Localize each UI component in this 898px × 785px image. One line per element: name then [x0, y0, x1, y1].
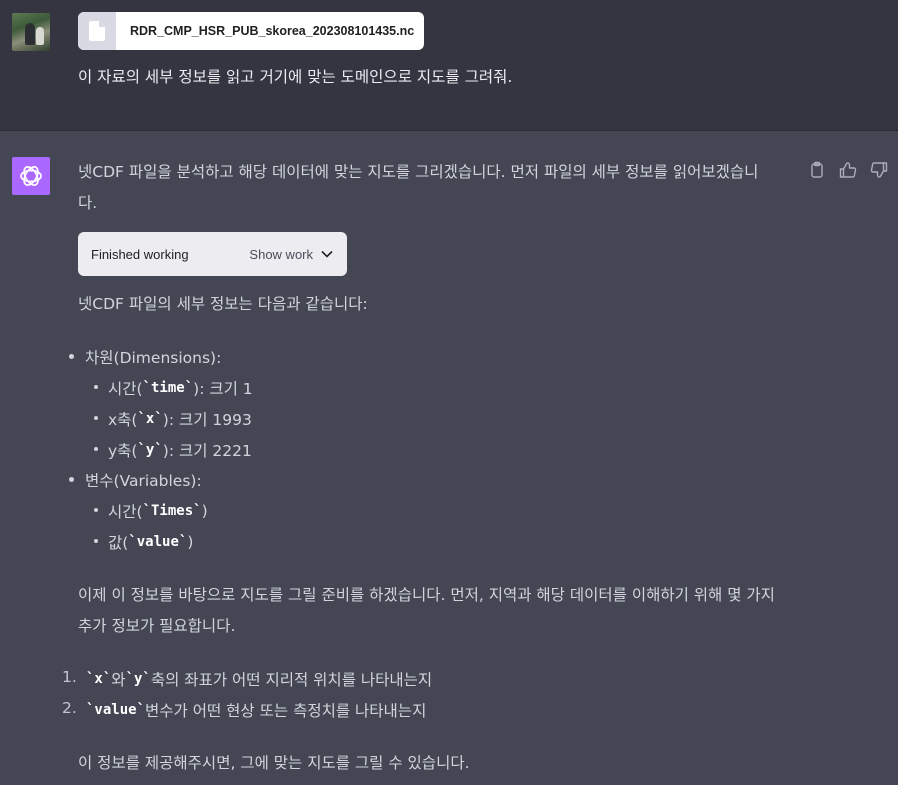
sub-bullet: [94, 447, 98, 451]
finished-working-panel: Finished working Show work: [78, 232, 347, 276]
dimension-item-y: y축(`y`): 크기 2221: [108, 442, 252, 460]
prep-line1: 이제 이 정보를 바탕으로 지도를 그릴 준비를 하겠습니다. 먼저, 지역과 …: [78, 586, 775, 604]
assistant-intro-line2: 다.: [78, 194, 98, 212]
show-work-button[interactable]: Show work: [249, 247, 333, 262]
file-icon: [78, 12, 116, 50]
question-item-2: `value` 변수가 어떤 현상 또는 측정치를 나타내는지: [86, 702, 427, 720]
closing-text: 이 정보를 제공해주시면, 그에 맞는 지도를 그릴 수 있습니다.: [78, 754, 470, 772]
user-message-text: 이 자료의 세부 정보를 읽고 거기에 맞는 도메인으로 지도를 그려줘.: [78, 68, 513, 86]
user-message-section: RDR_CMP_HSR_PUB_skorea_202308101435.nc 이…: [0, 0, 898, 131]
list-number: 1.: [62, 668, 77, 686]
file-attachment[interactable]: RDR_CMP_HSR_PUB_skorea_202308101435.nc: [78, 12, 424, 50]
prep-line2: 추가 정보가 필요합니다.: [78, 617, 236, 635]
thumbs-up-icon[interactable]: [839, 161, 857, 179]
user-avatar: [12, 13, 50, 51]
dimension-item-x: x축(`x`): 크기 1993: [108, 411, 252, 429]
sub-bullet: [94, 508, 98, 512]
variable-item-value: 값(`value`): [108, 533, 194, 552]
working-status-label: Finished working: [91, 246, 189, 262]
assistant-intro-line1: 넷CDF 파일을 분석하고 해당 데이터에 맞는 지도를 그리겠습니다. 먼저 …: [78, 163, 759, 181]
variable-item-times: 시간(`Times`): [108, 502, 208, 521]
message-actions: [808, 161, 888, 179]
bullet: [69, 477, 74, 482]
thumbs-down-icon[interactable]: [870, 161, 888, 179]
sub-bullet: [94, 385, 98, 389]
sub-bullet: [94, 416, 98, 420]
details-heading: 넷CDF 파일의 세부 정보는 다음과 같습니다:: [78, 295, 368, 313]
openai-logo-icon: [12, 157, 50, 195]
question-item-1: `x` 와 `y` 축의 좌표가 어떤 지리적 위치를 나타내는지: [86, 671, 433, 689]
dimension-item-time: 시간(`time`): 크기 1: [108, 380, 253, 398]
show-work-label: Show work: [249, 246, 313, 262]
variables-label: 변수(Variables):: [85, 472, 202, 490]
file-name: RDR_CMP_HSR_PUB_skorea_202308101435.nc: [130, 24, 415, 38]
chevron-down-icon: [321, 250, 333, 258]
list-number: 2.: [62, 699, 77, 717]
clipboard-icon[interactable]: [808, 161, 826, 179]
dimensions-label: 차원(Dimensions):: [85, 349, 222, 367]
bullet: [69, 354, 74, 359]
sub-bullet: [94, 539, 98, 543]
